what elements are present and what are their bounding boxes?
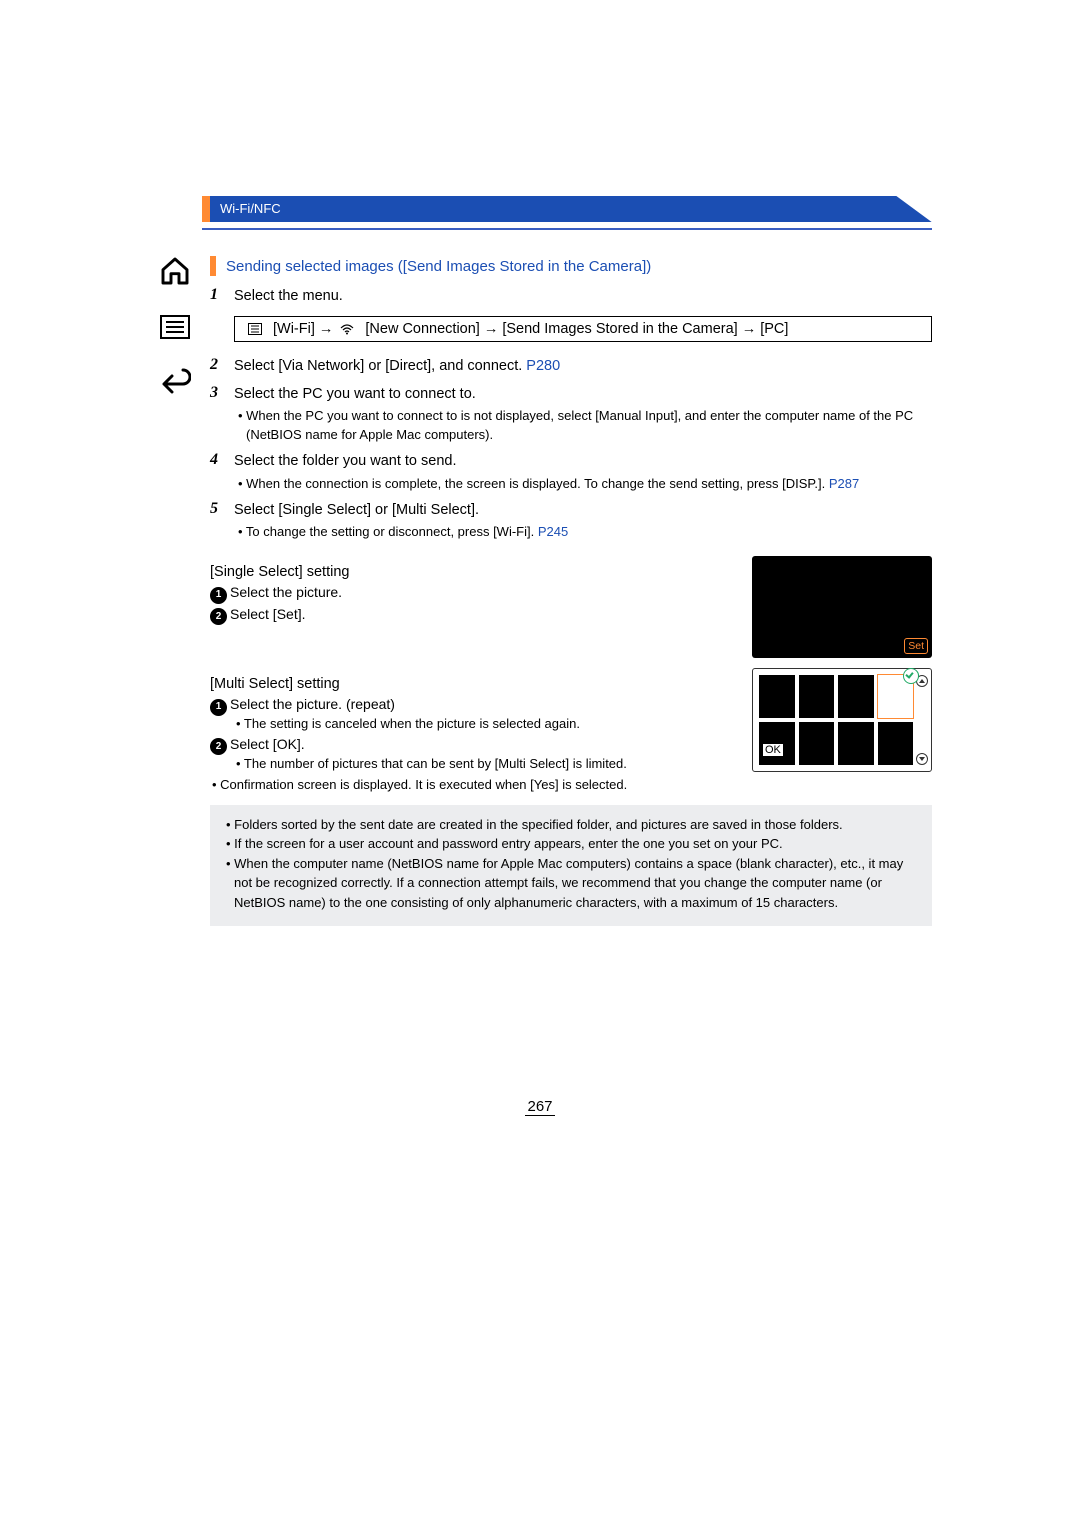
wifi-small-icon	[339, 321, 355, 337]
note-item: • When the computer name (NetBIOS name f…	[224, 854, 918, 913]
circled-number-icon: 1	[210, 699, 227, 716]
single-select-heading: [Single Select] setting	[210, 564, 732, 580]
thumbnail	[838, 675, 874, 718]
circled-number-icon: 2	[210, 608, 227, 625]
thumbnail	[799, 675, 835, 718]
step-text: Select the folder you want to send.	[234, 451, 932, 473]
sidebar-nav	[155, 255, 195, 395]
step-number: 5	[210, 500, 234, 518]
step-sub: • When the connection is complete, the s…	[234, 475, 932, 494]
menu-icon[interactable]	[160, 315, 190, 339]
menu-small-icon	[247, 321, 263, 337]
step-sub: • To change the setting or disconnect, p…	[234, 523, 932, 542]
page-number: 267	[0, 1098, 1080, 1116]
note-item: • If the screen for a user account and p…	[224, 834, 918, 854]
menu-path: [Wi-Fi] → [New Connection] → [Send Image…	[234, 316, 932, 342]
thumbnail	[878, 722, 914, 765]
multi-select-list: 1 Select the picture. (repeat) • The set…	[210, 694, 732, 774]
step-text: Select [Single Select] or [Multi Select]…	[234, 500, 932, 522]
page-link[interactable]: P245	[538, 524, 568, 539]
thumbnail-selected	[878, 675, 914, 718]
thumbnail	[838, 722, 874, 765]
multi-select-heading: [Multi Select] setting	[210, 676, 732, 692]
step-number: 2	[210, 356, 234, 374]
thumbnail	[759, 675, 795, 718]
scroll-down-icon	[916, 753, 928, 765]
ok-button-label: OK	[763, 744, 783, 756]
single-select-list: 1 Select the picture. 2 Select [Set].	[210, 582, 732, 625]
set-button-label: Set	[904, 638, 928, 654]
back-icon[interactable]	[159, 367, 191, 395]
step-number: 1	[210, 286, 234, 304]
circled-number-icon: 2	[210, 738, 227, 755]
accent-bar	[210, 256, 216, 276]
single-select-screen: Set	[752, 556, 932, 658]
check-icon	[903, 668, 919, 684]
step-number: 4	[210, 451, 234, 469]
multi-select-screen: OK	[752, 668, 932, 772]
step-sub: • When the PC you want to connect to is …	[234, 407, 932, 445]
notes-box: • Folders sorted by the sent date are cr…	[210, 805, 932, 927]
circled-number-icon: 1	[210, 587, 227, 604]
page-link[interactable]: P287	[829, 476, 859, 491]
step-number: 3	[210, 384, 234, 402]
steps-list: 1 Select the menu. [Wi-Fi] → [New Connec…	[210, 286, 932, 542]
confirmation-note: • Confirmation screen is displayed. It i…	[210, 776, 732, 795]
step-text: Select the PC you want to connect to.	[234, 384, 932, 406]
section-title-row: Sending selected images ([Send Images St…	[210, 256, 932, 276]
note-item: • Folders sorted by the sent date are cr…	[224, 815, 918, 835]
home-icon[interactable]	[159, 255, 191, 287]
breadcrumb: Wi-Fi/NFC	[210, 196, 932, 222]
thumbnail	[799, 722, 835, 765]
divider	[202, 228, 932, 230]
page-link[interactable]: P280	[526, 358, 560, 374]
step-text: Select [Via Network] or [Direct], and co…	[234, 356, 932, 378]
step-text: Select the menu.	[234, 286, 932, 308]
section-title: Sending selected images ([Send Images St…	[226, 258, 651, 275]
section-header: Wi-Fi/NFC	[210, 196, 932, 222]
